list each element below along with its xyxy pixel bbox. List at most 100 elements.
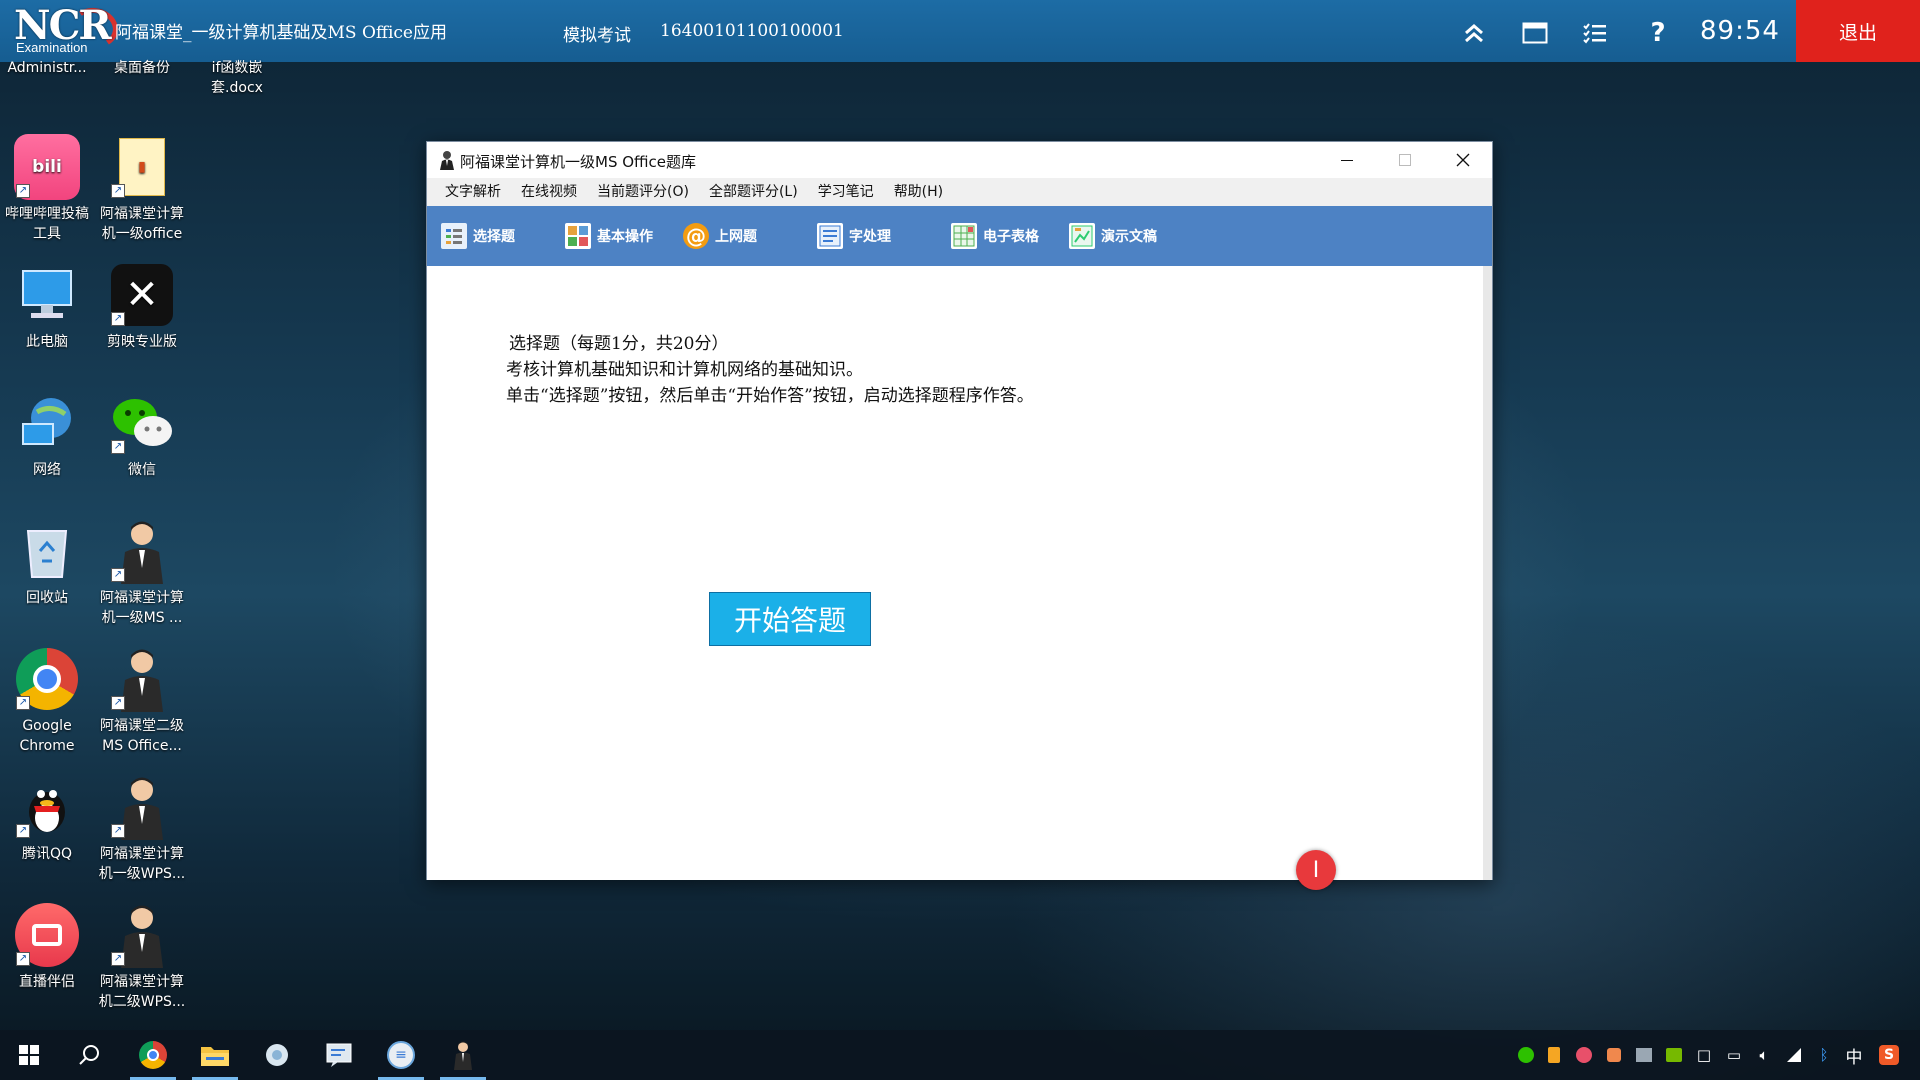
toolbar-presentation-button[interactable]: 演示文稿 bbox=[1061, 216, 1165, 256]
desktop-icon-label: 阿福课堂计算机一级MS ... bbox=[100, 590, 184, 626]
teacher-avatar-icon: ↗ bbox=[109, 646, 175, 712]
windows-start-icon[interactable] bbox=[2, 1030, 56, 1080]
toolbar-presentation-label: 演示文稿 bbox=[1101, 229, 1157, 245]
desktop-icon-if-docx[interactable]: if函数嵌套.docx bbox=[189, 58, 285, 98]
audio-tray-icon[interactable] bbox=[1542, 1043, 1566, 1067]
toolbar-spreadsheet-button[interactable]: 电子表格 bbox=[943, 216, 1047, 256]
desktop-icon-afu-wps-level2[interactable]: ↗ 阿福课堂计算机二级WPS... bbox=[95, 902, 189, 1012]
app-icon bbox=[438, 150, 456, 170]
desktop-icon-recycle-bin[interactable]: 回收站 bbox=[0, 518, 94, 608]
toolbar-word-label: 字处理 bbox=[849, 229, 891, 245]
taskbar: ≡ □ ▭ 🔈︎ ᛒ 中 S bbox=[0, 1030, 1920, 1080]
notes-app-icon[interactable] bbox=[312, 1030, 366, 1080]
sogou-ime-glyph: S bbox=[1879, 1045, 1899, 1065]
wechat-tray-icon[interactable] bbox=[1514, 1043, 1538, 1067]
menu-study-notes[interactable]: 学习笔记 bbox=[808, 178, 884, 206]
ncre-logo-subtext: Examination bbox=[16, 40, 88, 55]
teacher-avatar-icon: ↗ bbox=[109, 774, 175, 840]
battery-tray-icon[interactable]: ▭ bbox=[1722, 1043, 1746, 1067]
search-icon[interactable] bbox=[62, 1030, 116, 1080]
window-title: 阿福课堂计算机一级MS Office题库 bbox=[460, 153, 697, 171]
menu-online-video[interactable]: 在线视频 bbox=[511, 178, 587, 206]
toolbar-choice-label: 选择题 bbox=[473, 229, 515, 245]
desktop-icon-administrator[interactable]: Administr... bbox=[0, 58, 94, 78]
exam-app-icon[interactable]: ≡ bbox=[374, 1030, 428, 1080]
bluetooth-tray-icon[interactable]: ᛒ bbox=[1812, 1043, 1836, 1067]
toolbar-spreadsheet-label: 电子表格 bbox=[983, 229, 1039, 245]
app-tray-icon[interactable] bbox=[1572, 1043, 1596, 1067]
exam-course-title: 阿福课堂_一级计算机基础及MS Office应用 bbox=[115, 23, 447, 43]
desktop-icon-afu-ms-level2[interactable]: ↗ 阿福课堂二级MS Office... bbox=[95, 646, 189, 756]
capcut-icon: ✕ ↗ bbox=[109, 262, 175, 328]
app-window: 阿福课堂计算机一级MS Office题库 文字解析 在线视频 当前题评分(O) … bbox=[426, 141, 1493, 890]
window-icon[interactable] bbox=[1520, 18, 1550, 48]
ncre-logo: NCR Examination bbox=[14, 2, 122, 60]
desktop-icon-tencent-qq[interactable]: ↗ 腾讯QQ bbox=[0, 774, 94, 864]
bilibili-icon: bili ↗ bbox=[14, 134, 80, 200]
start-answer-button[interactable]: 开始答题 bbox=[709, 592, 871, 646]
toolbar-internet-label: 上网题 bbox=[715, 229, 757, 245]
close-button[interactable] bbox=[1434, 142, 1492, 178]
desktop-icon-label: Administr... bbox=[7, 60, 87, 76]
desktop-icon-desktop-backup[interactable]: 桌面备份 bbox=[95, 58, 189, 78]
exit-button[interactable]: 退出 bbox=[1796, 0, 1920, 62]
intro-instruction: 单击“选择题”按钮，然后单击“开始作答”按钮，启动选择题程序作答。 bbox=[506, 386, 1034, 406]
menu-score-all[interactable]: 全部题评分(L) bbox=[699, 178, 808, 206]
teacher-app-icon[interactable] bbox=[436, 1030, 490, 1080]
intro-description: 考核计算机基础知识和计算机网络的基础知识。 bbox=[506, 360, 863, 380]
nvidia-tray-icon[interactable] bbox=[1662, 1043, 1686, 1067]
taskbar-chrome-icon[interactable] bbox=[126, 1030, 180, 1080]
desktop-icon-label: 阿福课堂计算机一级WPS... bbox=[98, 846, 186, 882]
wifi-tray-icon[interactable] bbox=[1782, 1043, 1806, 1067]
desktop-icon-label: 回收站 bbox=[26, 590, 68, 606]
desktop-icon-this-pc[interactable]: 此电脑 bbox=[0, 262, 94, 352]
presentation-icon bbox=[1069, 223, 1095, 249]
desktop-icon-label: 哔哩哔哩投稿工具 bbox=[5, 206, 89, 242]
desktop-icon-bilibili[interactable]: bili ↗ 哔哩哔哩投稿工具 bbox=[0, 134, 94, 244]
sogou-ime-icon[interactable]: S bbox=[1877, 1043, 1901, 1067]
list-icon[interactable] bbox=[1580, 18, 1610, 48]
desktop-icon-live-companion[interactable]: ↗ 直播伴侣 bbox=[0, 902, 94, 992]
ime-indicator[interactable]: 中 bbox=[1842, 1043, 1866, 1068]
question-type-toolbar: 选择题 基本操作 @ 上网题 字处理 电子表格 演示文稿 bbox=[427, 206, 1492, 266]
desktop-icon-wechat[interactable]: ↗ 微信 bbox=[95, 390, 189, 480]
help-icon[interactable]: ? bbox=[1643, 18, 1673, 48]
teacher-avatar-icon: ↗ bbox=[109, 902, 175, 968]
window-scrollbar[interactable] bbox=[1483, 266, 1492, 880]
desktop-icon-label: 直播伴侣 bbox=[19, 974, 75, 990]
desktop-icon-capcut[interactable]: ✕ ↗ 剪映专业版 bbox=[95, 262, 189, 352]
desktop-icon-label: 阿福课堂计算机二级WPS... bbox=[98, 974, 186, 1010]
desktop-icon-afu-ms-level1[interactable]: ↗ 阿福课堂计算机一级MS ... bbox=[95, 518, 189, 628]
exam-id: 16400101100100001 bbox=[660, 21, 844, 41]
puzzle-app-icon[interactable] bbox=[250, 1030, 304, 1080]
folder-icon: ▮ ↗ bbox=[109, 134, 175, 200]
text-cursor-icon: I bbox=[1296, 850, 1336, 890]
desktop-icon-afu-office-folder[interactable]: ▮ ↗ 阿福课堂计算机一级office bbox=[95, 134, 189, 244]
menu-text-analysis[interactable]: 文字解析 bbox=[435, 178, 511, 206]
window-titlebar[interactable]: 阿福课堂计算机一级MS Office题库 bbox=[427, 142, 1492, 178]
desktop-icon-google-chrome[interactable]: ↗ Google Chrome bbox=[0, 646, 94, 756]
live-companion-icon: ↗ bbox=[14, 902, 80, 968]
menu-help[interactable]: 帮助(H) bbox=[884, 178, 953, 206]
display-tray-icon[interactable]: □ bbox=[1692, 1043, 1716, 1067]
minimize-button[interactable] bbox=[1318, 142, 1376, 178]
desktop-icon-afu-wps-level1[interactable]: ↗ 阿福课堂计算机一级WPS... bbox=[95, 774, 189, 884]
spreadsheet-icon bbox=[951, 223, 977, 249]
qq-icon: ↗ bbox=[14, 774, 80, 840]
basic-ops-icon bbox=[565, 223, 591, 249]
maximize-button[interactable] bbox=[1376, 142, 1434, 178]
file-explorer-icon[interactable] bbox=[188, 1030, 242, 1080]
app-tray-icon-2[interactable] bbox=[1602, 1043, 1626, 1067]
collapse-up-icon[interactable] bbox=[1459, 18, 1489, 48]
volume-tray-icon[interactable]: 🔈︎ bbox=[1752, 1043, 1776, 1067]
toolbar-word-button[interactable]: 字处理 bbox=[809, 216, 899, 256]
desktop-icon-label: 桌面备份 bbox=[114, 60, 170, 76]
desktop-icon-network[interactable]: 网络 bbox=[0, 390, 94, 480]
toolbar-choice-button[interactable]: 选择题 bbox=[433, 216, 523, 256]
monitor-tray-icon[interactable] bbox=[1632, 1043, 1656, 1067]
toolbar-basic-ops-button[interactable]: 基本操作 bbox=[557, 216, 661, 256]
exam-mode-label: 模拟考试 bbox=[563, 26, 631, 46]
desktop-icon-label: 阿福课堂计算机一级office bbox=[100, 206, 184, 242]
toolbar-internet-button[interactable]: @ 上网题 bbox=[675, 216, 765, 256]
menu-score-current[interactable]: 当前题评分(O) bbox=[587, 178, 699, 206]
